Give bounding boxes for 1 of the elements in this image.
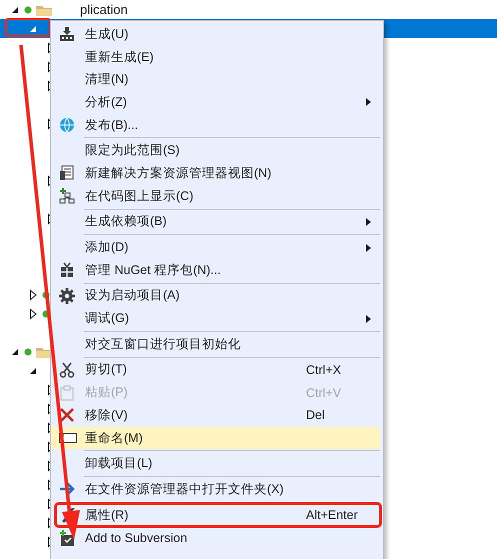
tree-label: plication xyxy=(80,2,128,17)
